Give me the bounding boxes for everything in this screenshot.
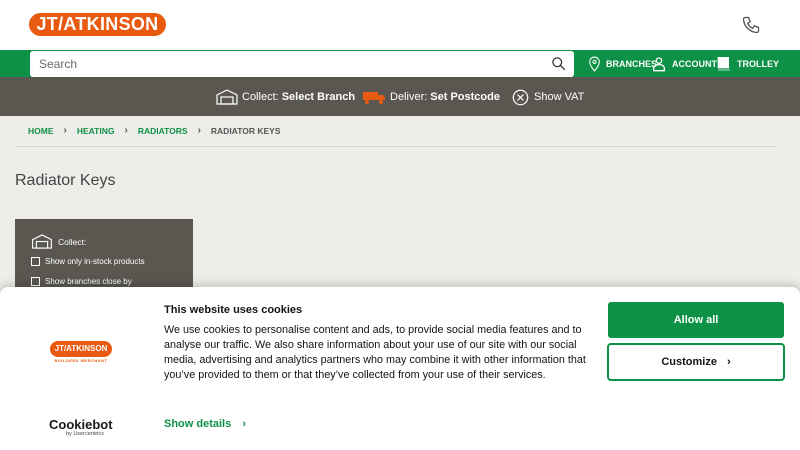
trolley-icon (717, 56, 730, 70)
filter-collect-label: Collect: (58, 236, 87, 247)
show-vat-label: Show VAT (534, 91, 585, 103)
nav-trolley[interactable]: TROLLEY (716, 50, 779, 77)
breadcrumb: HOME › HEATING › RADIATORS › RADIATOR KE… (28, 125, 281, 136)
cookie-banner: JT/ATKINSON BUILDERS MERCHANT Cookiebot … (0, 287, 800, 450)
close-circle-icon (512, 89, 529, 105)
nav-account[interactable]: ACCOUNT (651, 50, 717, 77)
cookiebot-logo: Cookiebot (49, 417, 113, 432)
cookie-title: This website uses cookies (164, 304, 303, 316)
filter-panel: Collect: Show only in-stock products Sho… (15, 219, 193, 289)
location-pin-icon (589, 56, 600, 72)
customize-label: Customize (661, 356, 717, 368)
deliver-label: Deliver: (390, 91, 428, 103)
in-stock-checkbox[interactable]: Show only in-stock products (31, 257, 145, 266)
nav-branches-label: BRANCHES (606, 58, 658, 69)
breadcrumb-current: RADIATOR KEYS (210, 125, 281, 136)
nav-branches[interactable]: BRANCHES (588, 50, 657, 77)
divider (15, 146, 777, 147)
chevron-right-icon: › (63, 125, 67, 136)
cookie-body: We use cookies to personalise content an… (164, 324, 586, 381)
cookiebot-sub: by Usercentrics (66, 431, 104, 437)
allow-all-label: Allow all (673, 314, 719, 326)
top-header: JT/ATKINSON (0, 0, 800, 50)
nav-trolley-label: TROLLEY (737, 58, 779, 69)
phone-icon[interactable] (741, 15, 761, 35)
customize-button[interactable]: Customize › (607, 343, 785, 381)
nav-account-label: ACCOUNT (672, 58, 717, 69)
collect-label: Collect: (242, 91, 279, 103)
user-icon (653, 56, 665, 71)
search-input[interactable]: Search (30, 51, 574, 77)
show-details-link[interactable]: Show details › (164, 418, 246, 430)
warehouse-icon (216, 89, 238, 105)
page-title: Radiator Keys (15, 172, 116, 189)
show-details-label: Show details (164, 418, 232, 430)
delivery-truck-icon (363, 92, 385, 104)
cookie-banner-logo: JT/ATKINSON (50, 341, 112, 357)
collect-value: Select Branch (281, 91, 356, 103)
deliver-value: Set Postcode (430, 91, 500, 103)
breadcrumb-heating[interactable]: HEATING (77, 126, 115, 136)
branches-close-checkbox[interactable]: Show branches close by (31, 277, 132, 286)
deliver-postcode-selector[interactable]: Deliver: Set Postcode (362, 87, 500, 107)
in-stock-label: Show only in-stock products (45, 257, 145, 266)
breadcrumb-home[interactable]: HOME (28, 126, 54, 136)
chevron-right-icon: › (124, 125, 128, 136)
site-logo[interactable]: JT/ATKINSON (29, 13, 166, 36)
warehouse-icon (32, 234, 52, 249)
allow-all-button[interactable]: Allow all (608, 302, 784, 338)
filter-collect-header: Collect: (31, 234, 86, 249)
checkbox-box[interactable] (31, 277, 40, 286)
branches-close-label: Show branches close by (45, 277, 132, 286)
show-vat-toggle[interactable]: Show VAT (512, 87, 584, 107)
checkbox-box[interactable] (31, 257, 40, 266)
search-icon[interactable] (551, 56, 566, 71)
chevron-right-icon: › (197, 125, 201, 136)
chevron-right-icon: › (242, 418, 246, 430)
cookie-banner-logo-sub: BUILDERS MERCHANT (54, 358, 108, 363)
chevron-right-icon: › (726, 356, 731, 368)
search-placeholder: Search (39, 57, 78, 71)
collect-branch-selector[interactable]: Collect: Select Branch (216, 87, 355, 107)
breadcrumb-radiators[interactable]: RADIATORS (138, 126, 188, 136)
